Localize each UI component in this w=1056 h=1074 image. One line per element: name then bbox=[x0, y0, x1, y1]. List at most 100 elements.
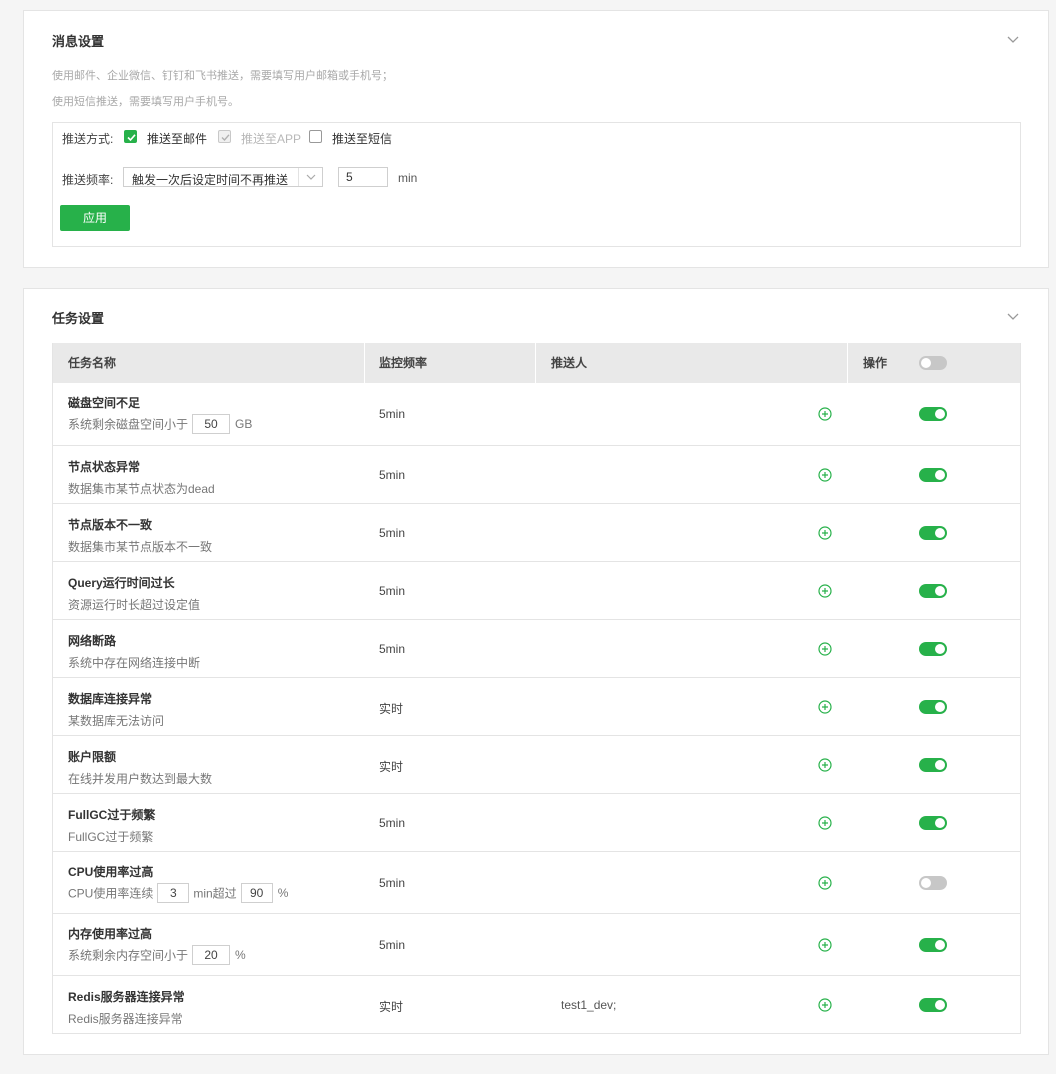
task-desc: Redis服务器连接异常 bbox=[68, 1012, 183, 1026]
task-name: 网络断路 bbox=[68, 634, 117, 648]
push-frequency-unit: min bbox=[398, 171, 418, 185]
add-pusher-icon[interactable] bbox=[818, 876, 832, 890]
table-row: 账户限额在线并发用户数达到最大数 实时 bbox=[53, 735, 1020, 793]
add-pusher-icon[interactable] bbox=[818, 938, 832, 952]
task-enable-switch[interactable] bbox=[919, 700, 947, 714]
task-frequency: 5min bbox=[379, 642, 406, 656]
task-desc: FullGC过于频繁 bbox=[68, 830, 154, 844]
task-desc: 某数据库无法访问 bbox=[68, 714, 165, 728]
add-pusher-icon[interactable] bbox=[818, 407, 832, 421]
table-row: 内存使用率过高系统剩余内存空间小于 20% 5min bbox=[53, 913, 1020, 975]
email-checkbox-label[interactable]: 推送至邮件 bbox=[147, 130, 207, 147]
task-frequency: 5min bbox=[379, 526, 406, 540]
threshold-input[interactable]: 3 bbox=[157, 883, 190, 903]
task-frequency: 实时 bbox=[379, 1000, 404, 1014]
message-settings-title: 消息设置 bbox=[52, 34, 105, 49]
collapse-chevron-icon[interactable] bbox=[1006, 309, 1020, 323]
message-settings-desc-1: 使用邮件、企业微信、钉钉和飞书推送，需要填写用户邮箱或手机号； bbox=[52, 70, 393, 82]
sms-checkbox[interactable] bbox=[309, 130, 322, 143]
threshold-unit: % bbox=[235, 948, 246, 962]
task-enable-switch[interactable] bbox=[919, 998, 947, 1012]
table-row: 节点状态异常数据集市某节点状态为dead 5min bbox=[53, 445, 1020, 503]
task-pusher: test1_dev; bbox=[561, 998, 617, 1012]
task-desc-text: 系统剩余磁盘空间小于 bbox=[68, 417, 189, 432]
task-enable-switch[interactable] bbox=[919, 758, 947, 772]
task-name: 节点状态异常 bbox=[68, 460, 141, 474]
chevron-down-icon bbox=[298, 168, 322, 186]
add-pusher-icon[interactable] bbox=[818, 468, 832, 482]
task-enable-switch[interactable] bbox=[919, 876, 947, 890]
push-frequency-select[interactable]: 触发一次后设定时间不再推送 bbox=[123, 167, 323, 187]
column-header-pusher: 推送人 bbox=[551, 356, 588, 370]
task-enable-switch[interactable] bbox=[919, 584, 947, 598]
sms-checkbox-label[interactable]: 推送至短信 bbox=[332, 130, 392, 147]
threshold-input[interactable]: 90 bbox=[240, 883, 273, 903]
add-pusher-icon[interactable] bbox=[818, 700, 832, 714]
task-enable-switch[interactable] bbox=[919, 526, 947, 540]
task-name: 磁盘空间不足 bbox=[68, 396, 141, 410]
task-desc: 数据集市某节点状态为dead bbox=[68, 482, 215, 496]
add-pusher-icon[interactable] bbox=[818, 816, 832, 830]
task-name: 节点版本不一致 bbox=[68, 518, 153, 532]
task-enable-switch[interactable] bbox=[919, 938, 947, 952]
table-row: 数据库连接异常 某数据库无法访问 实时 bbox=[53, 677, 1020, 735]
threshold-unit: % bbox=[277, 886, 289, 900]
push-method-label: 推送方式: bbox=[62, 132, 114, 146]
app-checkbox bbox=[218, 130, 231, 143]
message-settings-desc-2: 使用短信推送，需要填写用户手机号。 bbox=[52, 96, 239, 108]
add-pusher-icon[interactable] bbox=[818, 758, 832, 772]
add-pusher-icon[interactable] bbox=[818, 642, 832, 656]
task-frequency: 实时 bbox=[379, 760, 404, 774]
task-desc-text: CPU使用率连续 bbox=[68, 886, 154, 901]
push-frequency-select-value: 触发一次后设定时间不再推送 bbox=[132, 173, 289, 187]
task-frequency: 5min bbox=[379, 407, 406, 421]
task-enable-switch[interactable] bbox=[919, 642, 947, 656]
task-table-header: 任务名称 监控频率 推送人 操作 bbox=[53, 343, 1020, 383]
task-name: 内存使用率过高 bbox=[68, 927, 153, 941]
apply-button[interactable]: 应用 bbox=[60, 205, 130, 231]
task-desc: 在线并发用户数达到最大数 bbox=[68, 772, 213, 786]
table-row: FullGC过于频繁 FullGC过于频繁 5min bbox=[53, 793, 1020, 851]
task-settings-card: 任务设置 任务名称 监控频率 推送人 操作 磁盘空间不足系统剩余磁盘空间小于 50… bbox=[23, 288, 1049, 1055]
task-frequency: 5min bbox=[379, 938, 406, 952]
task-desc-text: min超过 bbox=[193, 886, 237, 901]
task-desc: 数据集市某节点版本不一致 bbox=[68, 540, 213, 554]
threshold-input[interactable]: 20 bbox=[192, 945, 231, 965]
task-desc: 系统剩余磁盘空间小于 50 GB bbox=[68, 414, 252, 434]
task-frequency: 5min bbox=[379, 584, 406, 598]
task-desc: 系统剩余内存空间小于 20% bbox=[68, 945, 246, 965]
task-settings-title: 任务设置 bbox=[52, 311, 105, 326]
task-enable-switch[interactable] bbox=[919, 816, 947, 830]
task-frequency: 5min bbox=[379, 816, 406, 830]
app-checkbox-label: 推送至APP bbox=[241, 132, 302, 146]
add-pusher-icon[interactable] bbox=[818, 526, 832, 540]
task-name: Query运行时间过长 bbox=[68, 576, 175, 590]
toggle-all-switch[interactable] bbox=[919, 356, 947, 370]
task-desc: 系统中存在网络连接中断 bbox=[68, 656, 201, 670]
task-frequency: 5min bbox=[379, 468, 406, 482]
collapse-chevron-icon[interactable] bbox=[1006, 32, 1020, 46]
threshold-unit: GB bbox=[235, 417, 253, 431]
task-name: Redis服务器连接异常 bbox=[68, 990, 185, 1004]
task-name: 账户限额 bbox=[68, 750, 117, 764]
message-settings-card: 消息设置 使用邮件、企业微信、钉钉和飞书推送，需要填写用户邮箱或手机号； 使用短… bbox=[23, 10, 1049, 268]
task-frequency: 5min bbox=[379, 876, 406, 890]
add-pusher-icon[interactable] bbox=[818, 584, 832, 598]
table-row: 磁盘空间不足系统剩余磁盘空间小于 50 GB 5min bbox=[53, 383, 1020, 445]
add-pusher-icon[interactable] bbox=[818, 998, 832, 1012]
task-desc-text: 系统剩余内存空间小于 bbox=[68, 948, 189, 963]
threshold-input[interactable]: 50 bbox=[192, 414, 231, 434]
table-row: 网络断路系统中存在网络连接中断 5min bbox=[53, 619, 1020, 677]
task-table: 任务名称 监控频率 推送人 操作 磁盘空间不足系统剩余磁盘空间小于 50 GB 5mi… bbox=[52, 343, 1021, 1034]
push-frequency-input[interactable]: 5 bbox=[338, 167, 388, 187]
task-desc: CPU使用率连续 3 min超过 90% bbox=[68, 883, 288, 903]
column-header-operation: 操作 bbox=[863, 356, 888, 370]
task-enable-switch[interactable] bbox=[919, 468, 947, 482]
task-desc: 资源运行时长超过设定值 bbox=[68, 598, 201, 612]
email-checkbox[interactable] bbox=[124, 130, 137, 143]
task-enable-switch[interactable] bbox=[919, 407, 947, 421]
push-settings-box: 推送方式: 推送至邮件 推送至APP 推送至短信 推送频率: 触发一次后设定时间… bbox=[52, 122, 1021, 247]
table-row: Query运行时间过长资源运行时长超过设定值 5min bbox=[53, 561, 1020, 619]
task-name: FullGC过于频繁 bbox=[68, 808, 156, 822]
table-row: 节点版本不一致数据集市某节点版本不一致 5min bbox=[53, 503, 1020, 561]
